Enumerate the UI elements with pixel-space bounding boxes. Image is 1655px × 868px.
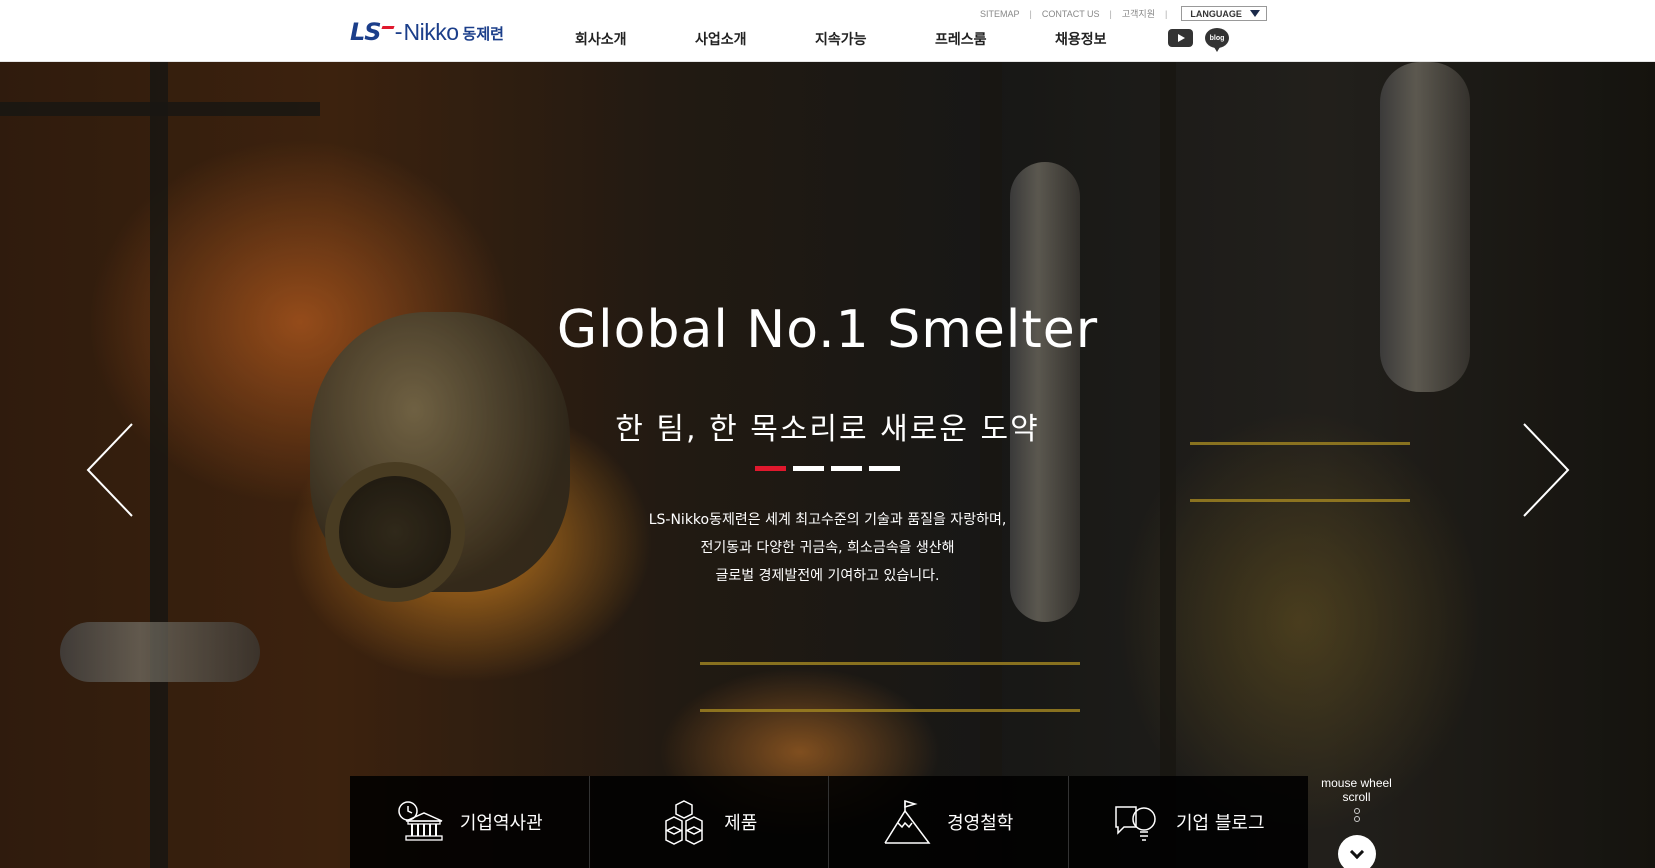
- logo-dash: -: [394, 19, 403, 45]
- scroll-dot: [1353, 816, 1360, 822]
- customer-support-link[interactable]: 고객지원: [1112, 7, 1165, 20]
- blog-icon[interactable]: blog: [1205, 28, 1229, 52]
- prev-slide-button[interactable]: [86, 422, 136, 518]
- util-divider: |: [1165, 8, 1168, 19]
- language-select[interactable]: LANGUAGE: [1181, 6, 1268, 21]
- hero-banner: [0, 62, 1655, 868]
- nav-item-company[interactable]: 회사소개: [575, 29, 695, 49]
- scroll-dots: [1308, 808, 1405, 822]
- hero-overlay: [0, 62, 1655, 868]
- quick-item-label: 기업역사관: [459, 813, 543, 834]
- nav-item-pressroom[interactable]: 프레스룸: [935, 29, 1055, 49]
- logo-ls-text: LS: [350, 18, 382, 46]
- mountain-flag-icon: [884, 799, 931, 844]
- page: LS - Nikko 동제련 SITEMAP | CONTACT US | 고객…: [0, 0, 1655, 868]
- hero-description: LS-Nikko동제련은 세계 최고수준의 기술과 품질을 자랑하며, 전기동과…: [0, 506, 1655, 590]
- scroll-hint: mouse wheel scroll: [1308, 776, 1405, 868]
- utility-links: SITEMAP | CONTACT US | 고객지원 | LANGUAGE: [970, 6, 1268, 21]
- quick-item-history[interactable]: 기업역사관: [350, 776, 590, 868]
- play-icon: [1178, 34, 1185, 42]
- nav-item-business[interactable]: 사업소개: [695, 29, 815, 49]
- logo-red-mark: [381, 25, 395, 29]
- slide-indicator-1[interactable]: [755, 466, 786, 471]
- scroll-down-button[interactable]: [1338, 835, 1376, 868]
- quick-item-label: 경영철학: [947, 813, 1014, 834]
- slide-indicator-2[interactable]: [793, 466, 824, 471]
- quick-item-blog[interactable]: 기업 블로그: [1069, 776, 1309, 868]
- scroll-dot: [1353, 808, 1360, 814]
- company-logo[interactable]: LS - Nikko 동제련: [350, 17, 504, 47]
- chevron-right-icon: [1523, 423, 1570, 517]
- nav-item-careers[interactable]: 채용정보: [1055, 29, 1175, 49]
- hero-title: Global No.1 Smelter: [556, 300, 1099, 360]
- language-label: LANGUAGE: [1190, 8, 1242, 19]
- sns-links: blog: [1168, 28, 1229, 52]
- chevron-left-icon: [86, 423, 133, 517]
- slide-indicator-4[interactable]: [869, 466, 900, 471]
- slide-indicator-3[interactable]: [831, 466, 862, 471]
- quick-item-label: 기업 블로그: [1175, 813, 1265, 834]
- blog-chat-bulb-icon: [1115, 806, 1156, 841]
- quick-item-products[interactable]: 제품: [590, 776, 829, 868]
- history-museum-icon: [398, 801, 443, 841]
- quick-menu: 기업역사관 제품 경영철학 기업 블로그: [350, 776, 1308, 868]
- main-nav: 회사소개 사업소개 지속가능 프레스룸 채용정보: [575, 29, 1175, 49]
- product-cubes-icon: [665, 800, 703, 845]
- nav-item-sustainability[interactable]: 지속가능: [815, 29, 935, 49]
- hero-description-line: 전기동과 다양한 귀금속, 희소금속을 생산해: [700, 540, 955, 556]
- hero-description-line: LS-Nikko동제련은 세계 최고수준의 기술과 품질을 자랑하며,: [648, 512, 1007, 528]
- youtube-icon[interactable]: [1168, 29, 1193, 47]
- scroll-hint-line1: mouse wheel: [1321, 776, 1392, 790]
- site-header: LS - Nikko 동제련 SITEMAP | CONTACT US | 고객…: [0, 0, 1655, 62]
- quick-item-label: 제품: [724, 813, 758, 834]
- logo-korean-text: 동제련: [462, 25, 504, 43]
- sitemap-link[interactable]: SITEMAP: [970, 9, 1030, 19]
- quick-item-philosophy[interactable]: 경영철학: [829, 776, 1069, 868]
- contact-us-link[interactable]: CONTACT US: [1032, 9, 1110, 19]
- slide-indicators: [755, 466, 900, 471]
- logo-nikko-text: Nikko: [403, 18, 460, 45]
- scroll-hint-line2: scroll: [1342, 790, 1371, 804]
- next-slide-button[interactable]: [1520, 422, 1570, 518]
- hero-subtitle: 한 팀, 한 목소리로 새로운 도약: [615, 412, 1040, 447]
- hero-description-line: 글로벌 경제발전에 기여하고 있습니다.: [715, 568, 940, 584]
- chevron-down-icon: [1349, 844, 1365, 859]
- caret-down-icon: [1250, 10, 1261, 17]
